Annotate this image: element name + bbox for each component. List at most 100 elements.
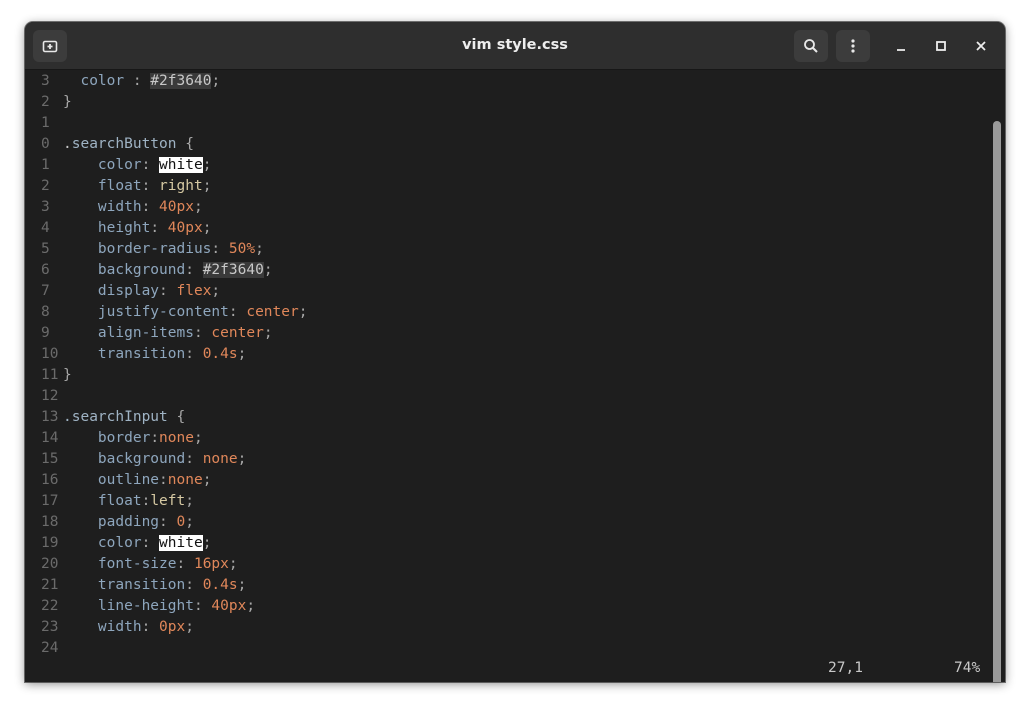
code-token-punct: ; [202,220,212,236]
line-number: 1 [41,157,50,173]
line-number: 7 [41,283,50,299]
line-number: 2 [41,94,50,110]
code-line[interactable]: 0 .searchButton { [41,134,307,155]
code-token-punct: : [185,346,203,362]
code-token-prop: line-height [97,598,194,614]
code-token-hex: #2f3640 [202,262,264,278]
code-token-num: 40px [167,220,203,236]
close-icon [976,41,986,51]
code-token-kw: none [202,451,238,467]
code-token-prop: border [97,430,151,446]
code-line[interactable]: 2} [41,92,307,113]
code-token-punct: : [141,199,160,215]
line-number: 3 [41,199,50,215]
search-icon [804,39,818,53]
line-number: 20 [41,556,59,572]
code-line[interactable]: 4 height: 40px; [41,218,307,239]
code-line[interactable]: 9 align-items: center; [41,323,307,344]
line-number: 6 [41,262,50,278]
code-line[interactable]: 7 display: flex; [41,281,307,302]
code-token-punct: : [193,325,212,341]
code-token-punct: } [63,367,72,383]
title-bar: vim style.css [25,22,1005,70]
code-token-kw: center [246,304,299,320]
code-token-prop: outline [97,472,160,488]
code-line[interactable]: 6 background: #2f3640; [41,260,307,281]
code-line[interactable]: 1 color: white; [41,155,307,176]
code-token-prop: align-items [97,325,194,341]
code-token-prop: color [80,73,125,89]
code-line[interactable]: 1 [41,113,307,134]
code-token-punct: : [150,220,168,236]
code-line[interactable]: 3 color : #2f3640; [41,71,307,92]
code-line[interactable]: 14 border:none; [41,428,307,449]
code-token-num: 50% [228,241,256,257]
code-token-num: 0.4s [202,577,238,593]
code-line[interactable]: 16 outline:none; [41,470,307,491]
code-buffer[interactable]: 3 color : #2f3640; 2} 1 0 .searchButton {1 c… [41,71,307,659]
code-token-cursor: . [63,136,72,152]
code-line[interactable]: 19 color: white; [41,533,307,554]
code-line[interactable]: 17 float:left; [41,491,307,512]
minimize-button[interactable] [889,34,913,58]
code-line[interactable]: 22 line-height: 40px; [41,596,307,617]
close-button[interactable] [969,34,993,58]
code-token-punct: ; [263,325,273,341]
code-token-punct: { [167,409,186,425]
terminal-content[interactable]: 3 color : #2f3640; 2} 1 0 .searchButton {1 c… [25,70,1005,682]
code-line[interactable]: 2 float: right; [41,176,307,197]
new-tab-button[interactable] [33,30,67,62]
code-line[interactable]: 13 .searchInput { [41,407,307,428]
code-token-punct: ; [255,241,264,257]
code-token-punct: ; [185,619,194,635]
code-token-kw: none [159,430,194,446]
code-token-prop: padding [97,514,160,530]
code-token-num: 0px [159,619,186,635]
line-number: 1 [41,115,50,131]
code-token-num: 40px [211,598,247,614]
code-token-punct: : [185,451,203,467]
code-token-punct: : [193,598,212,614]
code-line[interactable]: 20 font-size: 16px; [41,554,307,575]
code-line[interactable]: 21 transition: 0.4s; [41,575,307,596]
line-number: 14 [41,430,59,446]
line-number: 19 [41,535,59,551]
code-line[interactable]: 3 width: 40px; [41,197,307,218]
search-button[interactable] [794,30,828,62]
menu-button[interactable] [836,30,870,62]
code-line[interactable]: 11} [41,365,307,386]
code-line[interactable]: 5 border-radius: 50%; [41,239,307,260]
line-number: 2 [41,178,50,194]
code-line[interactable]: 10 transition: 0.4s; [41,344,307,365]
code-token-punct: : [176,556,194,572]
code-token-white: white [159,535,203,551]
code-token-num: 40px [159,199,194,215]
maximize-icon [936,41,946,51]
code-line[interactable]: 24 [41,638,307,659]
code-token-prop: justify-content [97,304,229,320]
code-line[interactable]: 15 background: none; [41,449,307,470]
maximize-button[interactable] [929,34,953,58]
code-token-kw: center [211,325,264,341]
code-line[interactable]: 23 width: 0px; [41,617,307,638]
code-token-punct: ; [211,73,221,89]
code-token-punct: ; [202,535,212,551]
code-line[interactable]: 18 padding: 0; [41,512,307,533]
code-token-prop: color [97,157,142,173]
code-token-punct: : [159,514,177,530]
code-line[interactable]: 8 justify-content: center; [41,302,307,323]
code-token-punct: : [141,178,160,194]
code-line[interactable]: 12 [41,386,307,407]
scrollbar[interactable] [993,121,1001,682]
